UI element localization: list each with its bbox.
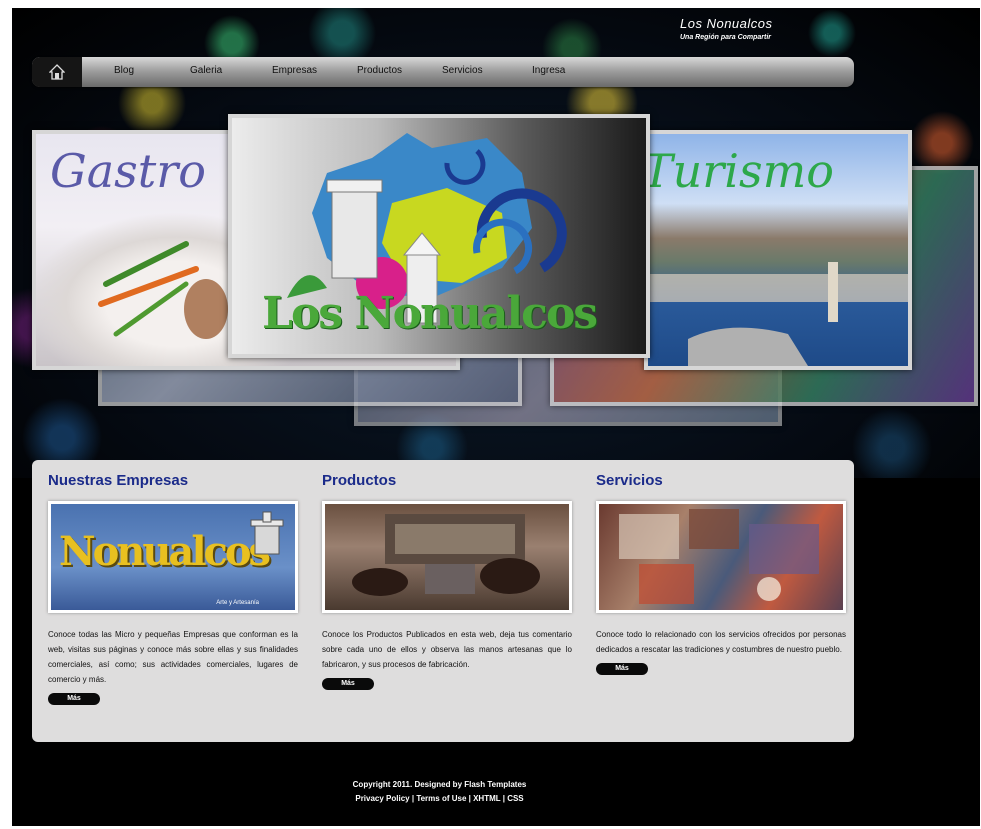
wood-carvings-graphic — [352, 514, 540, 596]
footer-copyright: Copyright 2011. Designed by Flash Templa… — [352, 780, 527, 789]
section-empresas: Nuestras Empresas Nonualcos Arte y Artes… — [48, 472, 298, 705]
servicios-thumbnail[interactable] — [596, 501, 846, 613]
page-frame: Los Nonualcos Una Región para Compartir … — [12, 8, 980, 826]
empresas-thumb-caption: Arte y Artesanía — [216, 600, 259, 606]
section-title-empresas: Nuestras Empresas — [48, 472, 189, 489]
empresas-thumbnail[interactable]: Nonualcos Arte y Artesanía — [48, 501, 298, 613]
home-button[interactable] — [32, 57, 82, 87]
footer-link-css[interactable]: CSS — [507, 794, 523, 803]
section-desc-servicios: Conoce todo lo relacionado con los servi… — [596, 630, 846, 654]
home-icon — [49, 64, 65, 80]
section-desc-empresas: Conoce todas las Micro y pequeñas Empres… — [48, 630, 298, 684]
footer-link-xhtml[interactable]: XHTML — [473, 794, 500, 803]
empresas-thumb-text: Nonualcos — [59, 528, 271, 575]
content-panel: Nuestras Empresas Nonualcos Arte y Artes… — [32, 460, 854, 742]
nav-item-empresas[interactable]: Empresas — [272, 65, 317, 76]
section-desc-productos: Conoce los Productos Publicados en esta … — [322, 630, 572, 669]
footer-link-privacy[interactable]: Privacy Policy — [355, 794, 409, 803]
footer-link-terms[interactable]: Terms of Use — [416, 794, 466, 803]
nav-item-servicios[interactable]: Servicios — [442, 65, 483, 76]
section-title-servicios: Servicios — [596, 472, 663, 489]
collage-graphic — [619, 509, 819, 604]
main-nav: Blog Galeria Empresas Productos Servicio… — [32, 57, 854, 87]
productos-thumbnail[interactable] — [322, 501, 572, 613]
slide-label-gastro: Gastro — [50, 144, 206, 198]
footer: Copyright 2011. Designed by Flash Templa… — [12, 778, 867, 806]
site-title: Los Nonualcos — [680, 16, 773, 31]
site-tagline: Una Región para Compartir — [680, 34, 772, 41]
more-button-productos[interactable]: Más — [322, 678, 374, 690]
site-branding: Los Nonualcos Una Región para Compartir — [680, 16, 773, 41]
more-button-empresas[interactable]: Más — [48, 693, 100, 705]
section-productos: Productos Conoce los Productos Publicado… — [322, 472, 572, 690]
section-title-productos: Productos — [322, 472, 397, 489]
slide-turismo[interactable]: Turismo — [644, 130, 912, 370]
slide-title-center: Los Nonualcos — [262, 288, 598, 339]
slide-los-nonualcos[interactable]: Los Nonualcos — [228, 114, 650, 358]
nav-item-ingresa[interactable]: Ingresa — [532, 65, 565, 76]
nav-item-galeria[interactable]: Galeria — [190, 65, 222, 76]
section-servicios: Servicios Conoce todo lo relacionado con… — [596, 472, 846, 675]
church-icon — [250, 511, 284, 555]
slide-label-turismo: Turismo — [644, 144, 834, 198]
nav-item-blog[interactable]: Blog — [114, 65, 134, 76]
more-button-servicios[interactable]: Más — [596, 663, 648, 675]
footer-links: Privacy Policy | Terms of Use | XHTML | … — [355, 794, 524, 803]
nav-item-productos[interactable]: Productos — [357, 65, 402, 76]
